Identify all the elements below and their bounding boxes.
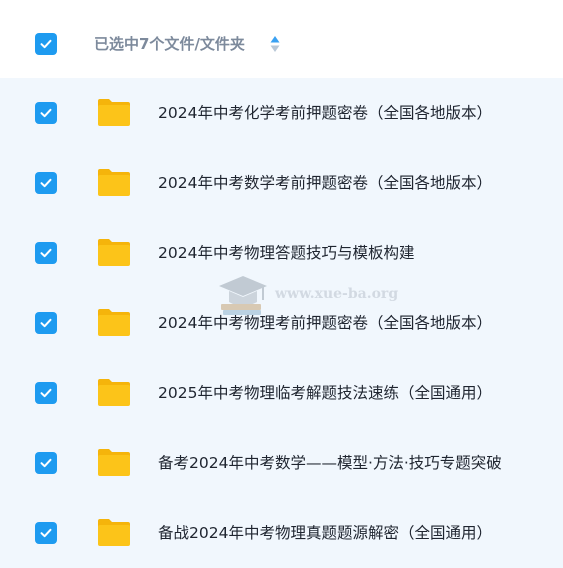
folder-icon [98,169,130,196]
item-checkbox[interactable] [35,312,57,334]
checkmark-icon [40,39,52,49]
list-item[interactable]: 2025年中考物理临考解题技法速练（全国通用） [0,358,563,428]
checkmark-icon [40,388,52,398]
folder-icon [98,519,130,546]
watermark-text: www.xue-ba.org [275,286,399,302]
item-checkbox[interactable] [35,452,57,474]
item-checkbox[interactable] [35,242,57,264]
checkmark-icon [40,458,52,468]
item-name[interactable]: 2024年中考数学考前押题密卷（全国各地版本） [158,171,492,195]
item-name[interactable]: 2024年中考物理答题技巧与模板构建 [158,241,414,265]
list-item[interactable]: 备考2024年中考数学——模型·方法·技巧专题突破 [0,428,563,498]
list-item[interactable]: 备战2024年中考物理真题题源解密（全国通用） [0,498,563,568]
item-name[interactable]: 2024年中考化学考前押题密卷（全国各地版本） [158,101,492,125]
checkmark-icon [40,528,52,538]
checkmark-icon [40,178,52,188]
list-item[interactable]: 2024年中考化学考前押题密卷（全国各地版本） [0,78,563,148]
folder-icon [98,379,130,406]
select-all-checkbox[interactable] [35,33,57,55]
checkmark-icon [40,318,52,328]
folder-icon [98,309,130,336]
item-checkbox[interactable] [35,522,57,544]
sort-updown-icon[interactable] [270,35,280,53]
selection-count-label: 已选中7个文件/文件夹 [94,35,245,53]
item-name[interactable]: 备战2024年中考物理真题题源解密（全国通用） [158,521,492,545]
checkmark-icon [40,248,52,258]
item-name[interactable]: 备考2024年中考数学——模型·方法·技巧专题突破 [158,451,502,475]
list-header: 已选中7个文件/文件夹 [0,0,563,78]
item-name[interactable]: 2025年中考物理临考解题技法速练（全国通用） [158,381,492,405]
list-item[interactable]: 2024年中考数学考前押题密卷（全国各地版本） [0,148,563,218]
folder-icon [98,239,130,266]
folder-icon [98,99,130,126]
item-checkbox[interactable] [35,172,57,194]
graduation-cap-icon [219,276,267,315]
item-checkbox[interactable] [35,102,57,124]
checkmark-icon [40,108,52,118]
folder-icon [98,449,130,476]
watermark: www.xue-ba.org [215,270,415,330]
item-checkbox[interactable] [35,382,57,404]
